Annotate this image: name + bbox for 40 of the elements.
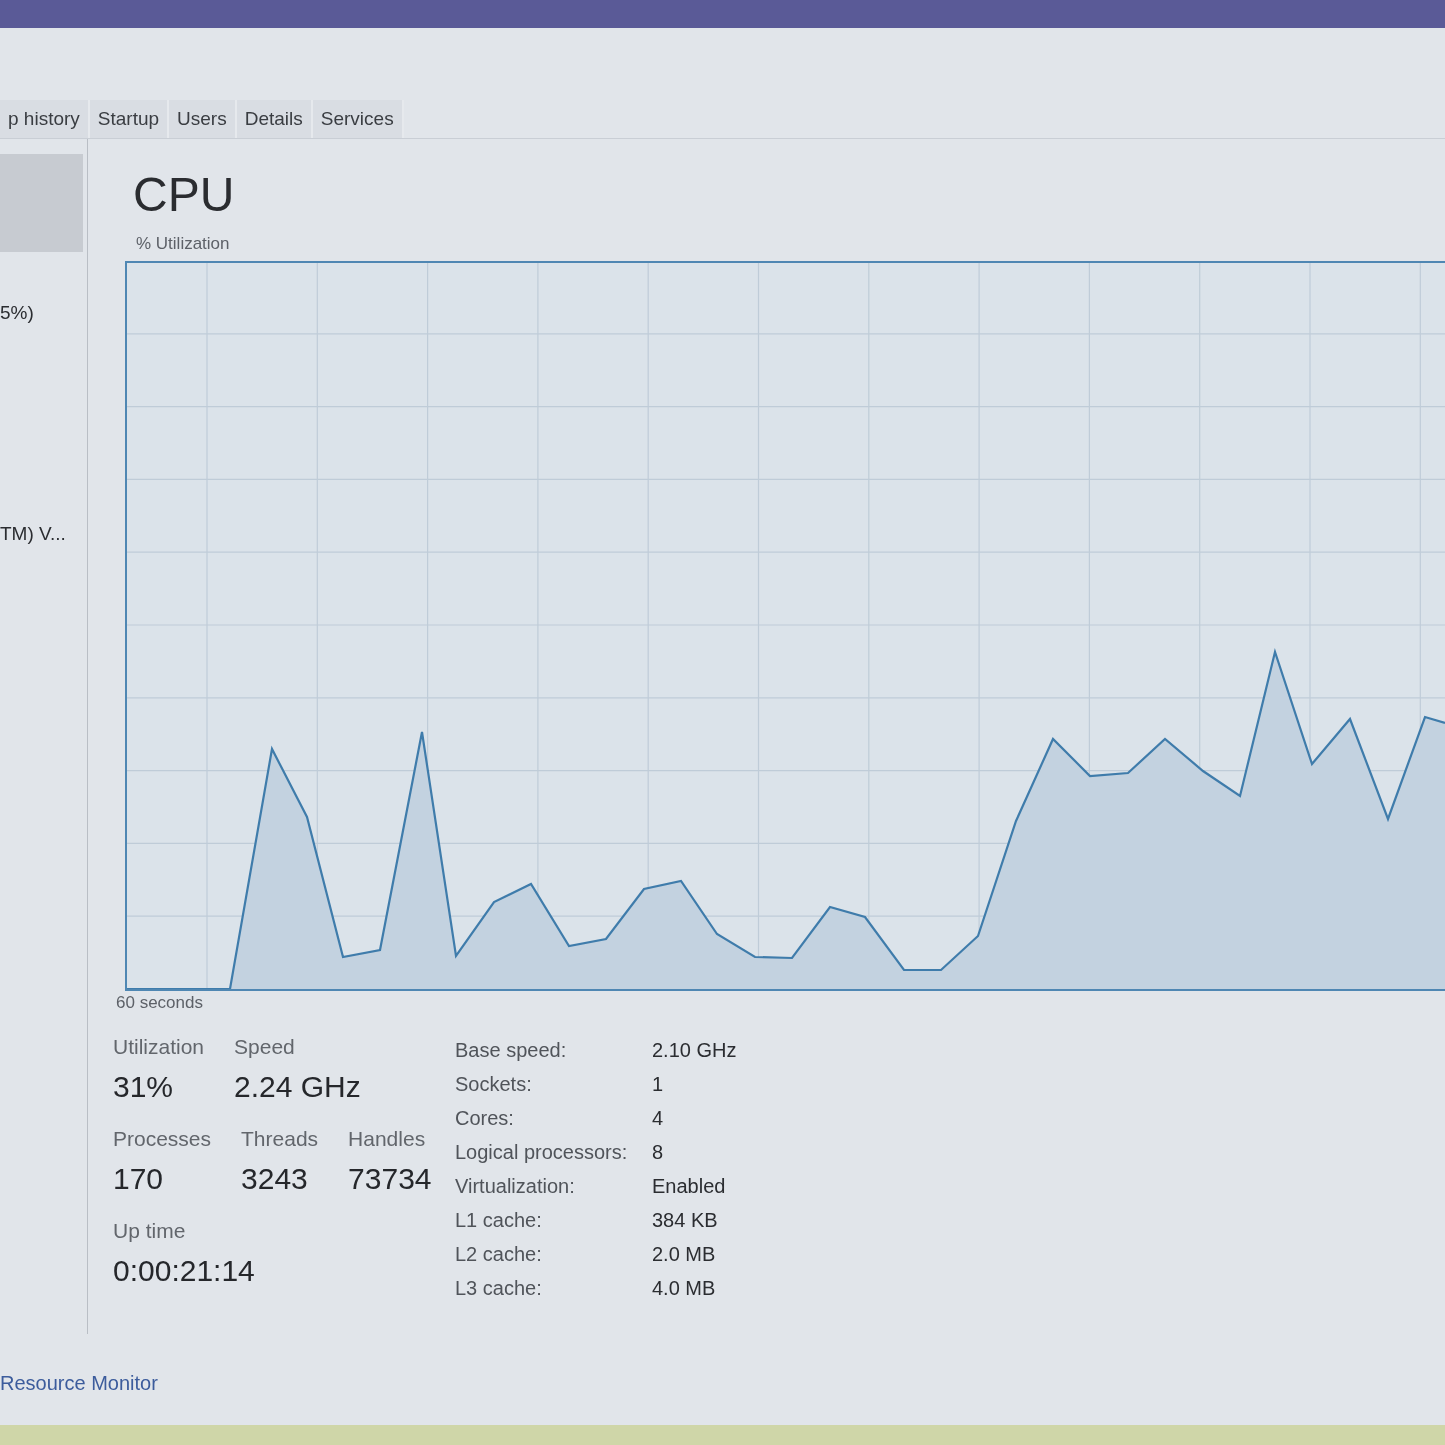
stat-value: 2.24 GHz <box>234 1069 361 1105</box>
tab[interactable]: p history <box>0 100 90 138</box>
detail-label: L1 cache: <box>455 1208 542 1233</box>
tab[interactable]: Details <box>236 100 313 138</box>
detail-value: 2.0 MB <box>652 1242 716 1267</box>
stat-label: Up time <box>113 1219 186 1243</box>
stat-label: Utilization <box>113 1035 205 1059</box>
detail-label: Cores: <box>455 1106 514 1131</box>
stat-value: 3243 <box>241 1161 308 1197</box>
detail-label: Base speed: <box>455 1038 567 1063</box>
tab[interactable]: Startup <box>89 100 170 138</box>
stat-label: Speed <box>234 1035 295 1059</box>
detail-value: 384 KB <box>652 1208 718 1233</box>
detail-label: Virtualization: <box>455 1174 575 1199</box>
axis-label: % Utilization <box>136 234 230 254</box>
stat-label: Threads <box>241 1127 319 1151</box>
stat-value: 0:00:21:14 <box>113 1253 255 1289</box>
axis-label: 60 seconds <box>116 993 203 1013</box>
stat-value: 31% <box>113 1069 174 1105</box>
detail-value: 8 <box>652 1140 664 1165</box>
sidebar-item[interactable]: 5%) <box>0 303 34 323</box>
detail-label: L3 cache: <box>455 1276 542 1301</box>
detail-label: Logical processors: <box>455 1140 628 1165</box>
stat-value: 170 <box>113 1161 164 1197</box>
detail-label: Sockets: <box>455 1072 532 1097</box>
stat-label: Processes <box>113 1127 212 1151</box>
panel-title: CPU <box>133 169 235 221</box>
detail-value: 4 <box>652 1106 664 1131</box>
detail-value: 2.10 GHz <box>652 1038 737 1063</box>
sidebar-item[interactable]: TM) V... <box>0 524 66 544</box>
stat-label: Handles <box>348 1127 426 1151</box>
detail-value: 4.0 MB <box>652 1276 716 1301</box>
sidebar-item[interactable] <box>0 154 83 252</box>
detail-label: L2 cache: <box>455 1242 542 1267</box>
detail-value: Enabled <box>652 1174 726 1199</box>
tab[interactable]: Services <box>312 100 404 138</box>
stat-value: 73734 <box>348 1161 432 1197</box>
resource-monitor-link[interactable]: Resource Monitor <box>0 1371 158 1395</box>
detail-value: 1 <box>652 1072 664 1097</box>
tab[interactable]: Users <box>169 100 237 138</box>
